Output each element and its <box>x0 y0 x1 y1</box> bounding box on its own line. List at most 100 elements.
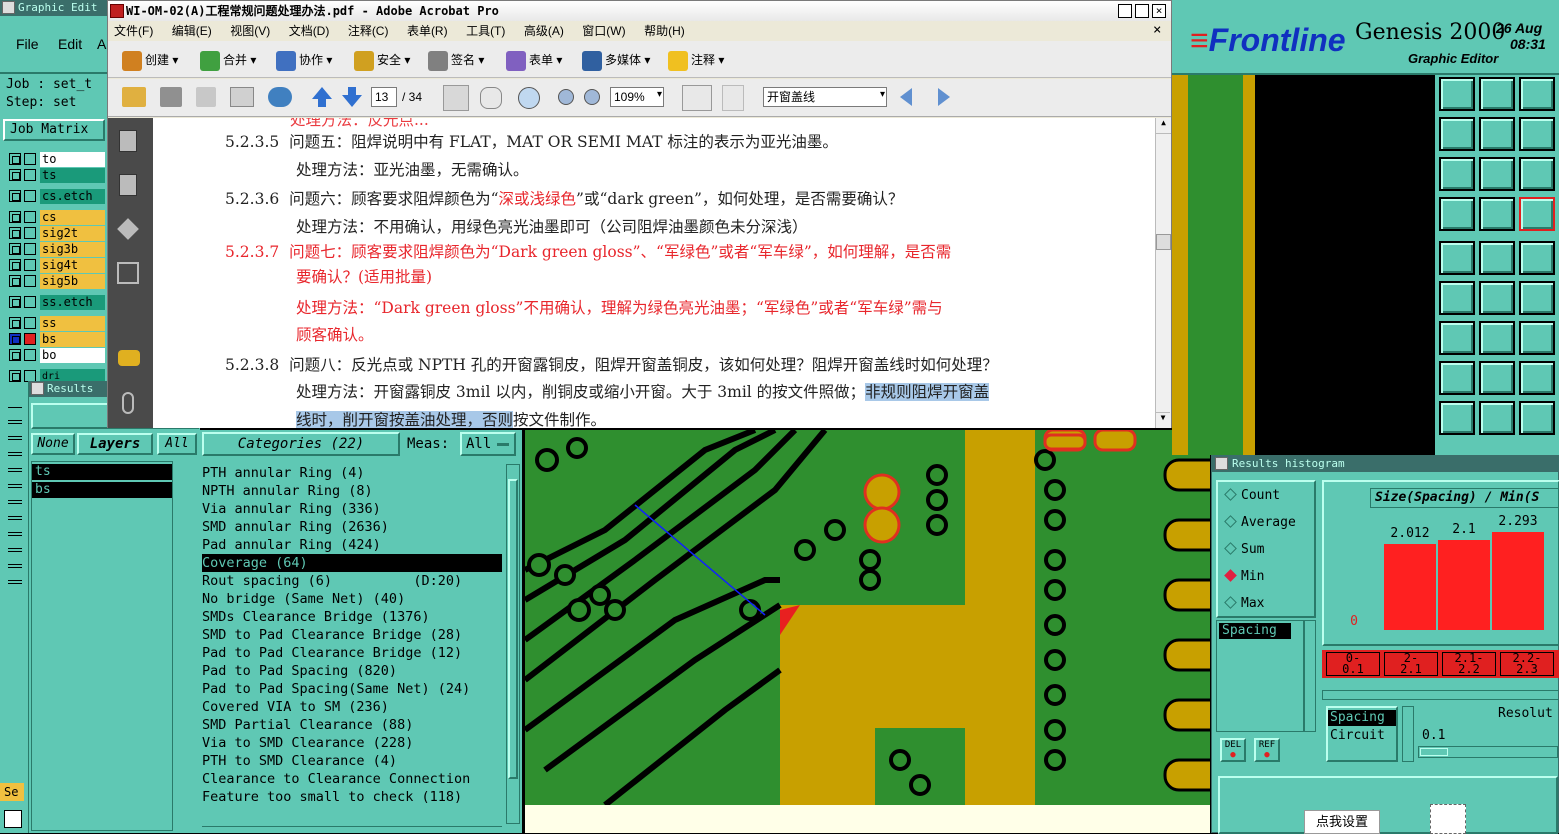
menu-a[interactable]: A <box>97 36 106 52</box>
categories-header[interactable]: Categories (22) <box>202 432 400 456</box>
layer-row[interactable]: sig4t <box>8 258 105 273</box>
category-item[interactable]: SMDs Clearance Bridge (1376) <box>202 608 502 626</box>
layer-affect-box[interactable] <box>24 333 36 345</box>
menu-window[interactable]: 窗口(W) <box>582 22 625 40</box>
menu-file[interactable]: 文件(F) <box>114 22 153 40</box>
tool-button[interactable] <box>1439 281 1475 315</box>
option-sum[interactable]: Sum <box>1224 542 1264 557</box>
close-doc-icon[interactable]: × <box>1153 22 1161 38</box>
category-item[interactable]: No bridge (Same Net) (40) <box>202 590 502 608</box>
tool-button[interactable] <box>1519 321 1555 355</box>
job-matrix-button[interactable]: Job Matrix <box>3 119 105 141</box>
tool-button[interactable] <box>1439 241 1475 275</box>
print-icon[interactable] <box>160 87 182 107</box>
layer-checkbox[interactable] <box>9 296 21 308</box>
option-average[interactable]: Average <box>1224 515 1296 530</box>
layer-affect-box[interactable] <box>24 153 36 165</box>
layer-checkbox[interactable] <box>9 243 21 255</box>
category-item[interactable]: Coverage (64) <box>202 554 502 572</box>
category-item[interactable]: Covered VIA to SM (236) <box>202 698 502 716</box>
category-item[interactable]: Pad to Pad Spacing(Same Net) (24) <box>202 680 502 698</box>
scroll-down-icon[interactable]: ▼ <box>1156 412 1170 428</box>
type-scrollbar[interactable] <box>1402 706 1414 762</box>
layer-checkbox[interactable] <box>9 259 21 271</box>
comment-button[interactable]: 注释 ▾ <box>668 49 724 71</box>
attachments-icon[interactable] <box>122 392 134 414</box>
fit-width-icon[interactable] <box>682 85 712 111</box>
layer-row[interactable]: ss.etch <box>8 295 105 310</box>
layer-affect-box[interactable] <box>24 169 36 181</box>
scale-icon[interactable] <box>1519 157 1555 191</box>
menu-view[interactable]: 视图(V) <box>230 22 270 40</box>
pcb-canvas[interactable] <box>525 430 1210 805</box>
layer-checkbox[interactable] <box>9 211 21 223</box>
pointer-icon[interactable] <box>4 810 22 828</box>
histogram-scrollbar[interactable] <box>1322 690 1559 700</box>
find-previous-icon[interactable] <box>900 88 912 106</box>
layer-affect-box[interactable] <box>24 317 36 329</box>
tool-button[interactable] <box>1519 361 1555 395</box>
find-input[interactable]: 开窗盖线 <box>763 87 887 107</box>
category-list[interactable]: PTH annular Ring (4) NPTH annular Ring (8… <box>202 464 502 824</box>
type-list[interactable]: Spacing Circuit <box>1326 706 1398 762</box>
layer-row[interactable]: bs <box>8 332 105 347</box>
layer-row[interactable]: ss <box>8 316 105 331</box>
layer-affect-box[interactable] <box>24 243 36 255</box>
tool-button[interactable] <box>1519 117 1555 151</box>
menu-document[interactable]: 文档(D) <box>289 22 330 40</box>
layer-affect-box[interactable] <box>24 296 36 308</box>
menu-comment[interactable]: 注释(C) <box>348 22 389 40</box>
layer-row[interactable]: sig3b <box>8 242 105 257</box>
maximize-icon[interactable] <box>1135 4 1149 18</box>
layer-row[interactable]: bo <box>8 348 105 363</box>
minimize-icon[interactable] <box>1118 4 1132 18</box>
menu-advanced[interactable]: 高级(A) <box>524 22 564 40</box>
comments-icon[interactable] <box>118 350 140 366</box>
email-icon[interactable] <box>230 87 254 107</box>
ref-button[interactable]: REF ● <box>1254 738 1280 762</box>
tool-button[interactable] <box>1479 77 1515 111</box>
zoom-icon[interactable] <box>1479 157 1515 191</box>
zoom-input[interactable]: 109% <box>610 87 664 107</box>
category-item[interactable]: Rout spacing (6) (D:20) <box>202 572 502 590</box>
collaborate-button[interactable]: 协作 ▾ <box>276 49 332 71</box>
layer-checkbox[interactable] <box>9 275 21 287</box>
category-item[interactable]: Via to SMD Clearance (228) <box>202 734 502 752</box>
multimedia-button[interactable]: 多媒体 ▾ <box>582 49 650 71</box>
category-item[interactable]: Pad annular Ring (424) <box>202 536 502 554</box>
signatures-icon[interactable] <box>117 262 139 284</box>
tool-button[interactable] <box>1479 321 1515 355</box>
preview-box[interactable] <box>1430 804 1466 834</box>
layer-affect-box[interactable] <box>24 349 36 361</box>
layer-row[interactable]: sig5b <box>8 274 105 289</box>
settings-button[interactable]: 点我设置 <box>1304 810 1380 834</box>
chevron-down-icon[interactable]: ▾ <box>657 89 662 100</box>
menu-tools[interactable]: 工具(T) <box>466 22 505 40</box>
menu-forms[interactable]: 表单(R) <box>407 22 448 40</box>
category-item[interactable]: NPTH annular Ring (8) <box>202 482 502 500</box>
text-selection[interactable]: 非规则阻焊开窗盖 <box>865 383 990 401</box>
slider-thumb[interactable] <box>1420 748 1448 756</box>
grid-icon[interactable] <box>1479 197 1515 231</box>
tool-button[interactable] <box>1479 401 1515 435</box>
text-selection[interactable]: 线时，削开窗按盖油处理，否则 <box>296 411 514 428</box>
save-icon[interactable] <box>196 87 216 107</box>
layer-affect-box[interactable] <box>24 190 36 202</box>
layer-row[interactable]: cs.etch <box>8 189 105 204</box>
option-max[interactable]: Max <box>1224 596 1264 611</box>
none-button[interactable]: None <box>31 433 75 455</box>
list-item[interactable]: Spacing <box>1219 623 1291 639</box>
close-icon[interactable]: × <box>1152 4 1166 18</box>
tool-button[interactable] <box>1439 361 1475 395</box>
forms-button[interactable]: 表单 ▾ <box>506 49 562 71</box>
tool-button[interactable] <box>1519 401 1555 435</box>
secure-button[interactable]: 安全 ▾ <box>354 49 410 71</box>
sign-button[interactable]: 签名 ▾ <box>428 49 484 71</box>
category-item[interactable]: SMD to Pad Clearance Bridge (28) <box>202 626 502 644</box>
menu-edit[interactable]: 编辑(E) <box>172 22 212 40</box>
tool-button[interactable] <box>1519 197 1555 231</box>
layer-checkbox[interactable] <box>9 169 21 181</box>
category-item[interactable]: SMD Partial Clearance (88) <box>202 716 502 734</box>
resolution-slider[interactable] <box>1418 746 1558 758</box>
previous-page-icon[interactable] <box>312 87 332 107</box>
